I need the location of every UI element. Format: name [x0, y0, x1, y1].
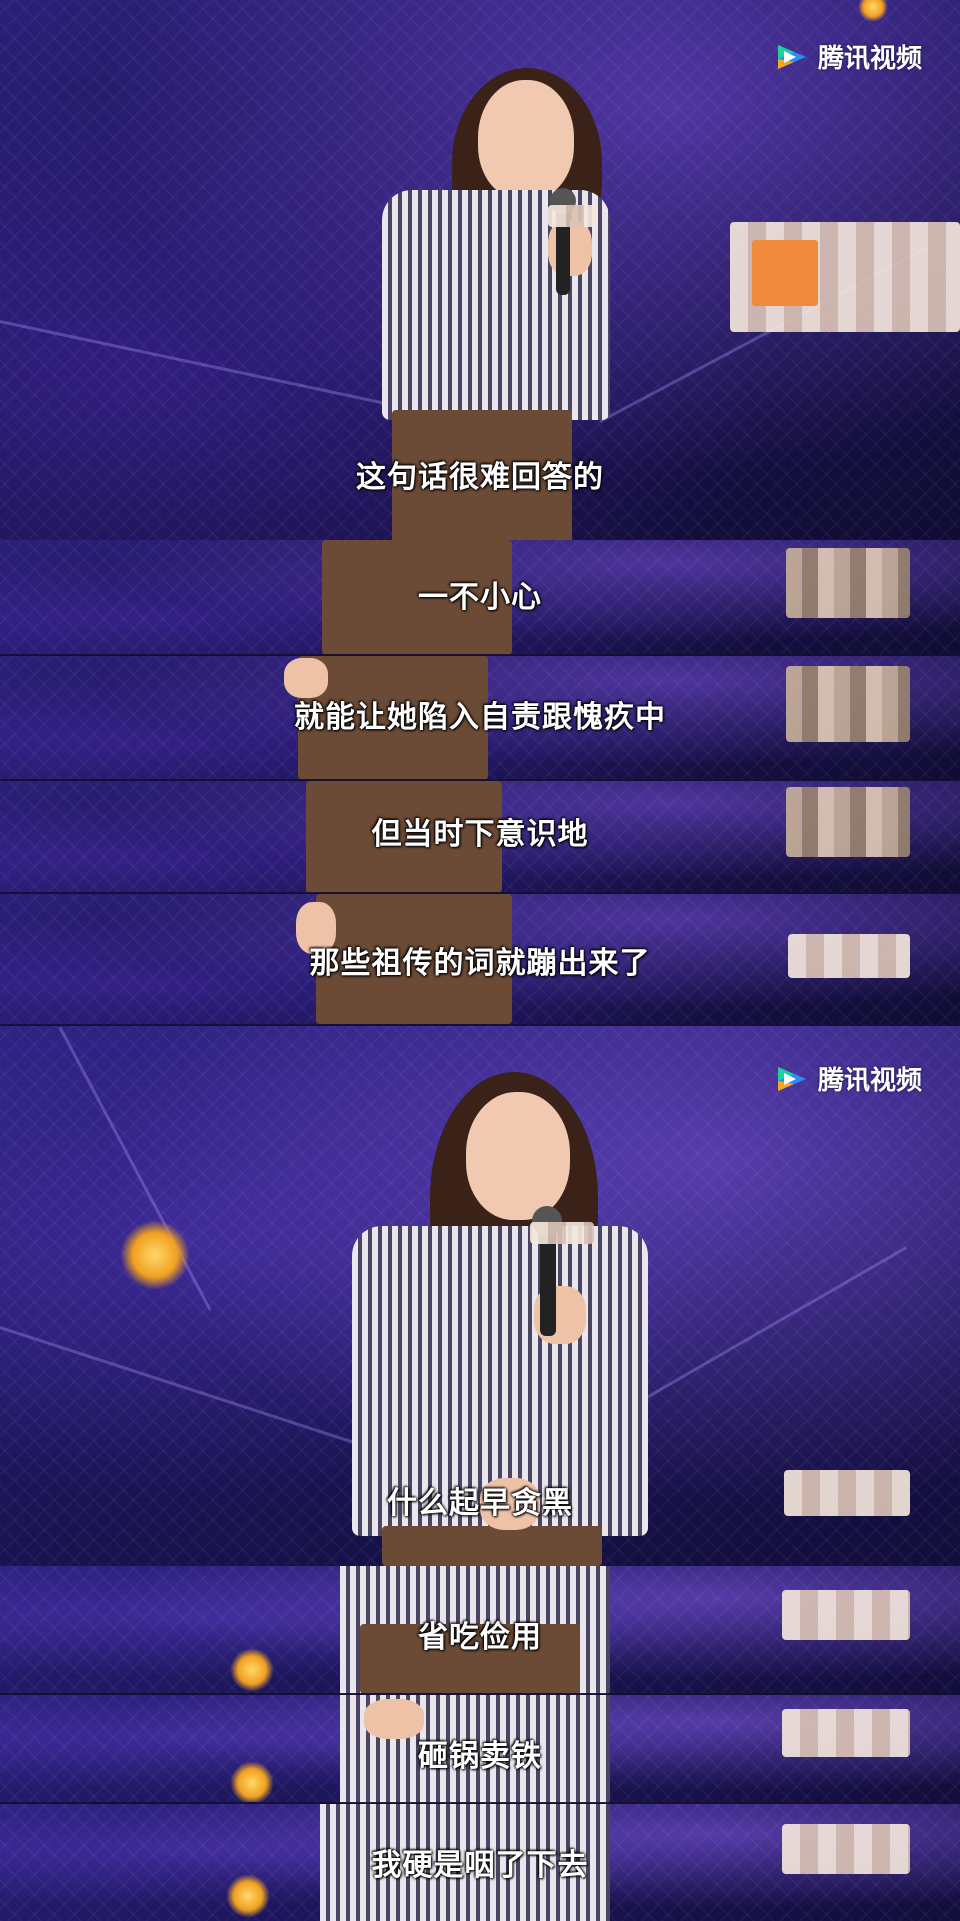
subtitle-strip: 砸锅卖铁 [0, 1695, 960, 1803]
logo-text: 腾讯视频 [818, 43, 923, 73]
logo-text: 腾讯视频 [818, 1065, 923, 1095]
stage-light [120, 1220, 190, 1290]
subtitle-line: 什么起早贪黑 [387, 1487, 573, 1520]
subtitle-line: 我硬是咽了下去 [371, 1849, 589, 1882]
subtitle-line: 这句话很难回答的 [356, 461, 604, 494]
bottom-video-frame: 腾讯视频 什么起早贪黑 [0, 1026, 960, 1566]
subtitle-strip: 省吃俭用 [0, 1566, 960, 1694]
subtitle-line: 但当时下意识地 [371, 818, 589, 851]
subtitle-strip: 那些祖传的词就蹦出来了 [0, 894, 960, 1024]
tencent-video-play-icon [778, 1066, 806, 1091]
subtitle-strip: 就能让她陷入自责跟愧疚中 [0, 656, 960, 780]
mosaic-sign-icon [752, 240, 818, 306]
tencent-video-logo: 腾讯视频 [774, 38, 922, 75]
subtitle-line: 省吃俭用 [418, 1621, 542, 1654]
mosaic-mic-label [548, 205, 598, 227]
mosaic-mic-label [530, 1222, 594, 1244]
subtitle-line: 一不小心 [418, 581, 542, 614]
subtitle-line: 就能让她陷入自责跟愧疚中 [294, 701, 666, 734]
subtitle-strip: 一不小心 [0, 540, 960, 655]
subtitle-line: 那些祖传的词就蹦出来了 [309, 947, 651, 980]
tencent-video-play-icon [778, 44, 806, 69]
meme-collage: 腾讯视频 这句话很难回答的 一不小心 就能让她陷入自责跟愧疚中 但当时下意识地 … [0, 0, 960, 1921]
brown-trousers [382, 1526, 602, 1566]
performer-face [478, 80, 574, 200]
top-video-frame: 腾讯视频 这句话很难回答的 [0, 0, 960, 540]
subtitle-line: 砸锅卖铁 [418, 1740, 542, 1773]
tencent-video-logo: 腾讯视频 [774, 1060, 922, 1097]
performer-face [466, 1092, 570, 1220]
performer-hand [548, 220, 592, 276]
subtitle-strip: 我硬是咽了下去 [0, 1804, 960, 1921]
subtitle-strip: 但当时下意识地 [0, 781, 960, 893]
